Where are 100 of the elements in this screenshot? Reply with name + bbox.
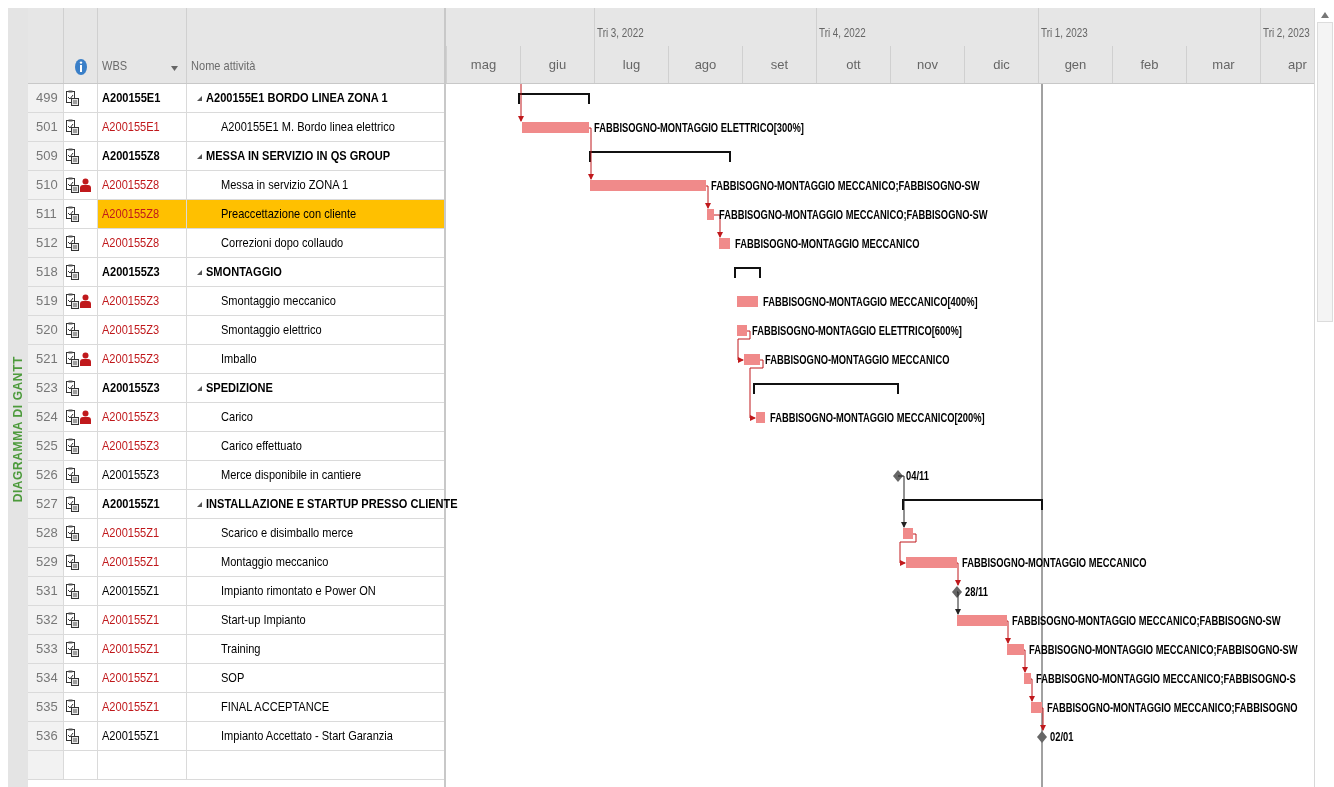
task-bar[interactable] xyxy=(1007,644,1024,655)
scrollbar-track[interactable] xyxy=(1314,8,1334,787)
wbs-code: A200155Z3 xyxy=(102,408,160,427)
month-label: set xyxy=(770,55,789,74)
task-name[interactable]: Montaggio meccanico xyxy=(221,552,329,572)
month-label: gen xyxy=(1064,55,1087,74)
resource-label: FABBISOGNO-MONTAGGIO MECCANICO[400%] xyxy=(763,292,979,311)
task-bar[interactable] xyxy=(744,354,760,365)
collapse-icon[interactable] xyxy=(197,385,202,391)
row-number[interactable]: 533 xyxy=(28,635,63,664)
summary-bar[interactable] xyxy=(902,499,1043,511)
task-name[interactable]: Impianto rimontato e Power ON xyxy=(221,581,376,601)
column-header[interactable]: Nome attività xyxy=(191,55,256,75)
row-number[interactable]: 524 xyxy=(28,403,63,432)
task-name[interactable]: SPEDIZIONE xyxy=(206,378,273,398)
task-name[interactable]: INSTALLAZIONE E STARTUP PRESSO CLIENTE xyxy=(206,494,458,514)
resource-label: FABBISOGNO-MONTAGGIO MECCANICO[200%] xyxy=(770,408,986,427)
task-bar[interactable] xyxy=(1031,702,1042,713)
task-bar[interactable] xyxy=(737,325,747,336)
wbs-code: A200155Z1 xyxy=(102,582,160,601)
resource-label: FABBISOGNO-MONTAGGIO MECCANICO;FABBISOGNO-SW xyxy=(711,176,981,195)
row-number[interactable]: 535 xyxy=(28,693,63,722)
row-number[interactable]: 528 xyxy=(28,519,63,548)
row-number[interactable]: 512 xyxy=(28,229,63,258)
row-number[interactable]: 510 xyxy=(28,171,63,200)
row-number[interactable]: 534 xyxy=(28,664,63,693)
task-name[interactable]: Start-up Impianto xyxy=(221,610,306,630)
task-bar[interactable] xyxy=(522,122,589,133)
row-number[interactable]: 520 xyxy=(28,316,63,345)
collapse-icon[interactable] xyxy=(197,153,202,159)
dropdown-icon[interactable] xyxy=(171,66,178,71)
milestone-icon[interactable] xyxy=(952,586,962,598)
milestone-icon[interactable] xyxy=(893,470,903,482)
wbs-code: A200155E1 xyxy=(102,89,161,108)
row-number[interactable]: 518 xyxy=(28,258,63,287)
quarter-label: Tri 4, 2022 xyxy=(819,24,866,42)
row-number[interactable]: 529 xyxy=(28,548,63,577)
resource-label: FABBISOGNO-MONTAGGIO MECCANICO;FABBISOGNO-SW xyxy=(719,205,989,224)
row-number[interactable]: 536 xyxy=(28,722,63,751)
collapse-icon[interactable] xyxy=(197,269,202,275)
task-bar[interactable] xyxy=(590,180,706,191)
task-name[interactable]: MESSA IN SERVIZIO IN QS GROUP xyxy=(206,146,391,166)
task-name[interactable]: A200155E1 M. Bordo linea elettrico xyxy=(221,117,395,137)
task-name[interactable]: Smontaggio meccanico xyxy=(221,291,336,311)
task-name[interactable]: FINAL ACCEPTANCE xyxy=(221,697,330,717)
task-name[interactable]: A200155E1 BORDO LINEA ZONA 1 xyxy=(206,88,388,108)
summary-bar[interactable] xyxy=(753,383,899,395)
resource-label: FABBISOGNO-MONTAGGIO MECCANICO xyxy=(765,350,951,369)
summary-bar[interactable] xyxy=(518,93,590,105)
row-number[interactable]: 531 xyxy=(28,577,63,606)
row-number[interactable]: 527 xyxy=(28,490,63,519)
row-number[interactable]: 526 xyxy=(28,461,63,490)
task-bar[interactable] xyxy=(1024,673,1031,684)
info-icon xyxy=(74,59,87,75)
task-bar[interactable] xyxy=(737,296,758,307)
task-bar[interactable] xyxy=(707,209,714,220)
task-name[interactable]: Preaccettazione con cliente xyxy=(221,204,357,224)
clipboard-icon xyxy=(66,380,79,396)
summary-bar[interactable] xyxy=(589,151,731,163)
collapse-icon[interactable] xyxy=(197,501,202,507)
clipboard-icon xyxy=(66,409,79,425)
collapse-icon[interactable] xyxy=(197,95,202,101)
scroll-up-icon[interactable] xyxy=(1320,12,1329,18)
row-number[interactable]: 525 xyxy=(28,432,63,461)
task-name[interactable]: Imballo xyxy=(221,349,257,369)
task-name[interactable]: Messa in servizio ZONA 1 xyxy=(221,175,349,195)
row-number[interactable]: 523 xyxy=(28,374,63,403)
task-name[interactable]: Scarico e disimballo merce xyxy=(221,523,354,543)
row-number[interactable]: 521 xyxy=(28,345,63,374)
task-name[interactable]: Impianto Accettato - Start Garanzia xyxy=(221,726,393,746)
row-number[interactable]: 501 xyxy=(28,113,63,142)
summary-bar[interactable] xyxy=(734,267,761,279)
quarter-label: Tri 3, 2022 xyxy=(597,24,644,42)
task-bar[interactable] xyxy=(957,615,1007,626)
task-name[interactable]: Smontaggio elettrico xyxy=(221,320,322,340)
row-number[interactable]: 509 xyxy=(28,142,63,171)
wbs-code: A200155Z1 xyxy=(102,553,160,572)
task-name[interactable]: Training xyxy=(221,639,261,659)
month-label: feb xyxy=(1140,55,1159,74)
row-number[interactable]: 519 xyxy=(28,287,63,316)
wbs-code: A200155Z8 xyxy=(102,205,160,224)
task-name[interactable]: Carico xyxy=(221,407,253,427)
task-bar[interactable] xyxy=(906,557,957,568)
task-bar[interactable] xyxy=(903,528,913,539)
column-header[interactable]: WBS xyxy=(102,55,128,75)
clipboard-icon xyxy=(66,525,79,541)
task-bar[interactable] xyxy=(756,412,765,423)
clipboard-icon xyxy=(66,322,79,338)
task-name[interactable]: Merce disponibile in cantiere xyxy=(221,465,362,485)
task-name[interactable]: SOP xyxy=(221,668,245,688)
task-bar[interactable] xyxy=(719,238,730,249)
task-name[interactable]: Correzioni dopo collaudo xyxy=(221,233,344,253)
milestone-icon[interactable] xyxy=(1037,731,1047,743)
row-number[interactable]: 532 xyxy=(28,606,63,635)
row-number[interactable]: 511 xyxy=(28,200,63,229)
task-name[interactable]: Carico effettuato xyxy=(221,436,302,456)
scrollbar-thumb[interactable] xyxy=(1316,22,1333,322)
quarter-label: Tri 1, 2023 xyxy=(1041,24,1088,42)
task-name[interactable]: SMONTAGGIO xyxy=(206,262,282,282)
row-number[interactable]: 499 xyxy=(28,84,63,113)
